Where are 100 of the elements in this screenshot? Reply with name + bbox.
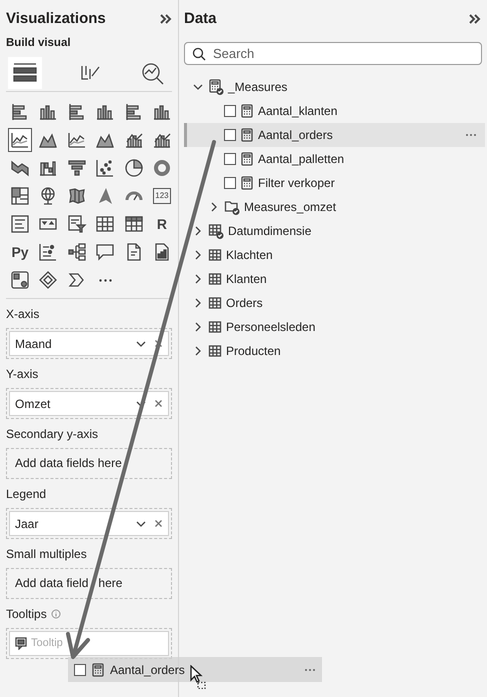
drop-hint: here (98, 575, 122, 592)
tree-row[interactable]: Datumdimensie (184, 219, 485, 243)
pane-title: Data (184, 9, 217, 29)
line-chart-icon (10, 130, 30, 150)
checkbox[interactable] (224, 129, 236, 141)
drop-hint: Add data field (15, 575, 88, 592)
tree-label: Klachten (226, 247, 273, 264)
filter-list-icon (66, 214, 87, 234)
tree-label: Aantal_palletten (258, 151, 344, 168)
scatter-chart-icon (95, 158, 116, 178)
treemap-icon (10, 186, 30, 206)
remove-icon (154, 399, 163, 408)
drop-zone[interactable]: Add data field here (6, 568, 172, 599)
tree-label: Datumdimensie (228, 223, 312, 240)
tree-row[interactable]: Klachten (184, 243, 485, 267)
field-placeholder: Tooltip (31, 636, 63, 652)
tree-row[interactable]: Aantal_klanten (184, 99, 485, 123)
field-name: Maand (15, 336, 53, 352)
well-label: Legend (6, 486, 46, 502)
well-label: Small multiples (6, 546, 87, 562)
visual-type-button[interactable]: 123 (150, 184, 174, 208)
tree-row[interactable]: Aantal_orders (184, 123, 485, 147)
tree-label: Filter verkoper (258, 175, 335, 192)
chevron-down-icon (136, 338, 146, 348)
build-visual-tab[interactable] (8, 56, 42, 88)
search-field[interactable]: Search (184, 42, 482, 65)
calculator-icon (240, 176, 254, 190)
tree-label: Aantal_klanten (258, 103, 338, 120)
tree-label: Producten (226, 343, 281, 360)
diamond-icon (38, 270, 58, 290)
more-icon (98, 278, 112, 282)
chevron-down-icon (136, 398, 146, 408)
speech-bubble-icon (95, 242, 116, 262)
info-icon (50, 609, 61, 619)
mouse-pointer-icon (190, 665, 208, 689)
section-heading: Build visual (6, 36, 72, 50)
checkbox[interactable] (74, 664, 86, 676)
tree-label: Klanten (226, 271, 267, 288)
calculator-icon (240, 128, 254, 142)
visual-type-button[interactable] (8, 128, 32, 152)
fields-icon (11, 60, 39, 84)
tree-row[interactable]: Filter verkoper (184, 171, 485, 195)
map-icon (66, 186, 87, 206)
drop-zone[interactable]: Add data fields here (6, 448, 172, 479)
tooltip-icon (15, 637, 27, 650)
table-badge-icon (208, 223, 224, 239)
tree-label: Measures_omzet (244, 199, 336, 216)
dot-plot-icon (38, 242, 58, 262)
visual-type-button[interactable]: Py (8, 240, 32, 264)
table-icon (208, 272, 222, 286)
remove-icon (154, 339, 163, 348)
drag-label: Aantal_orders (110, 662, 185, 678)
table-icon (208, 248, 222, 262)
drop-hint: Add data fields here (15, 455, 122, 472)
line-chart-icon (66, 130, 87, 150)
well-label: Tooltips (6, 606, 47, 622)
well-label: Y-axis (6, 366, 38, 382)
matrix-icon (124, 214, 144, 234)
ribbon-chart-icon (10, 158, 30, 178)
tree-row[interactable]: Producten (184, 339, 485, 363)
tree-row[interactable]: Aantal_palletten (184, 147, 485, 171)
well-label: Secondary y-axis (6, 426, 98, 442)
calculator-badge-icon (208, 79, 224, 95)
multi-row-card-icon (10, 214, 30, 234)
tree-row[interactable]: Personeelsleden (184, 315, 485, 339)
tree-row[interactable]: Measures_omzet (184, 195, 485, 219)
table-icon (95, 214, 116, 234)
tree-label: Aantal_orders (258, 127, 333, 144)
chevron-down-icon (136, 518, 146, 528)
table-icon (208, 344, 222, 358)
more-icon (465, 132, 477, 138)
checkbox[interactable] (224, 177, 236, 189)
collapse-icon[interactable] (467, 12, 481, 26)
table-icon (208, 296, 222, 310)
folder-badge-icon (224, 199, 240, 215)
field-name: Omzet (15, 396, 52, 412)
calculator-icon (240, 152, 254, 166)
tree-row[interactable]: Klanten (184, 267, 485, 291)
calculator-icon (91, 662, 105, 676)
app-tile-icon (10, 270, 30, 290)
well-label: X-axis (6, 306, 40, 322)
tree-label: Personeelsleden (226, 319, 316, 336)
more-icon (304, 666, 316, 672)
tree-row[interactable]: Orders (184, 291, 485, 315)
pane-title: Visualizations (6, 9, 106, 29)
visual-type-button[interactable]: R (150, 212, 174, 236)
collapse-icon[interactable] (158, 12, 172, 26)
checkbox[interactable] (224, 153, 236, 165)
tree-icon (66, 242, 87, 262)
tree-label: _Measures (228, 79, 288, 96)
funnel-icon (66, 158, 87, 178)
pie-chart-icon (124, 158, 144, 178)
tree-label: Orders (226, 295, 263, 312)
calculator-icon (240, 104, 254, 118)
tree-row[interactable]: _Measures (184, 75, 485, 99)
field-name: Jaar (15, 516, 40, 532)
search-icon (192, 47, 206, 61)
table-icon (208, 320, 222, 334)
checkbox[interactable] (224, 105, 236, 117)
remove-icon (154, 519, 163, 528)
